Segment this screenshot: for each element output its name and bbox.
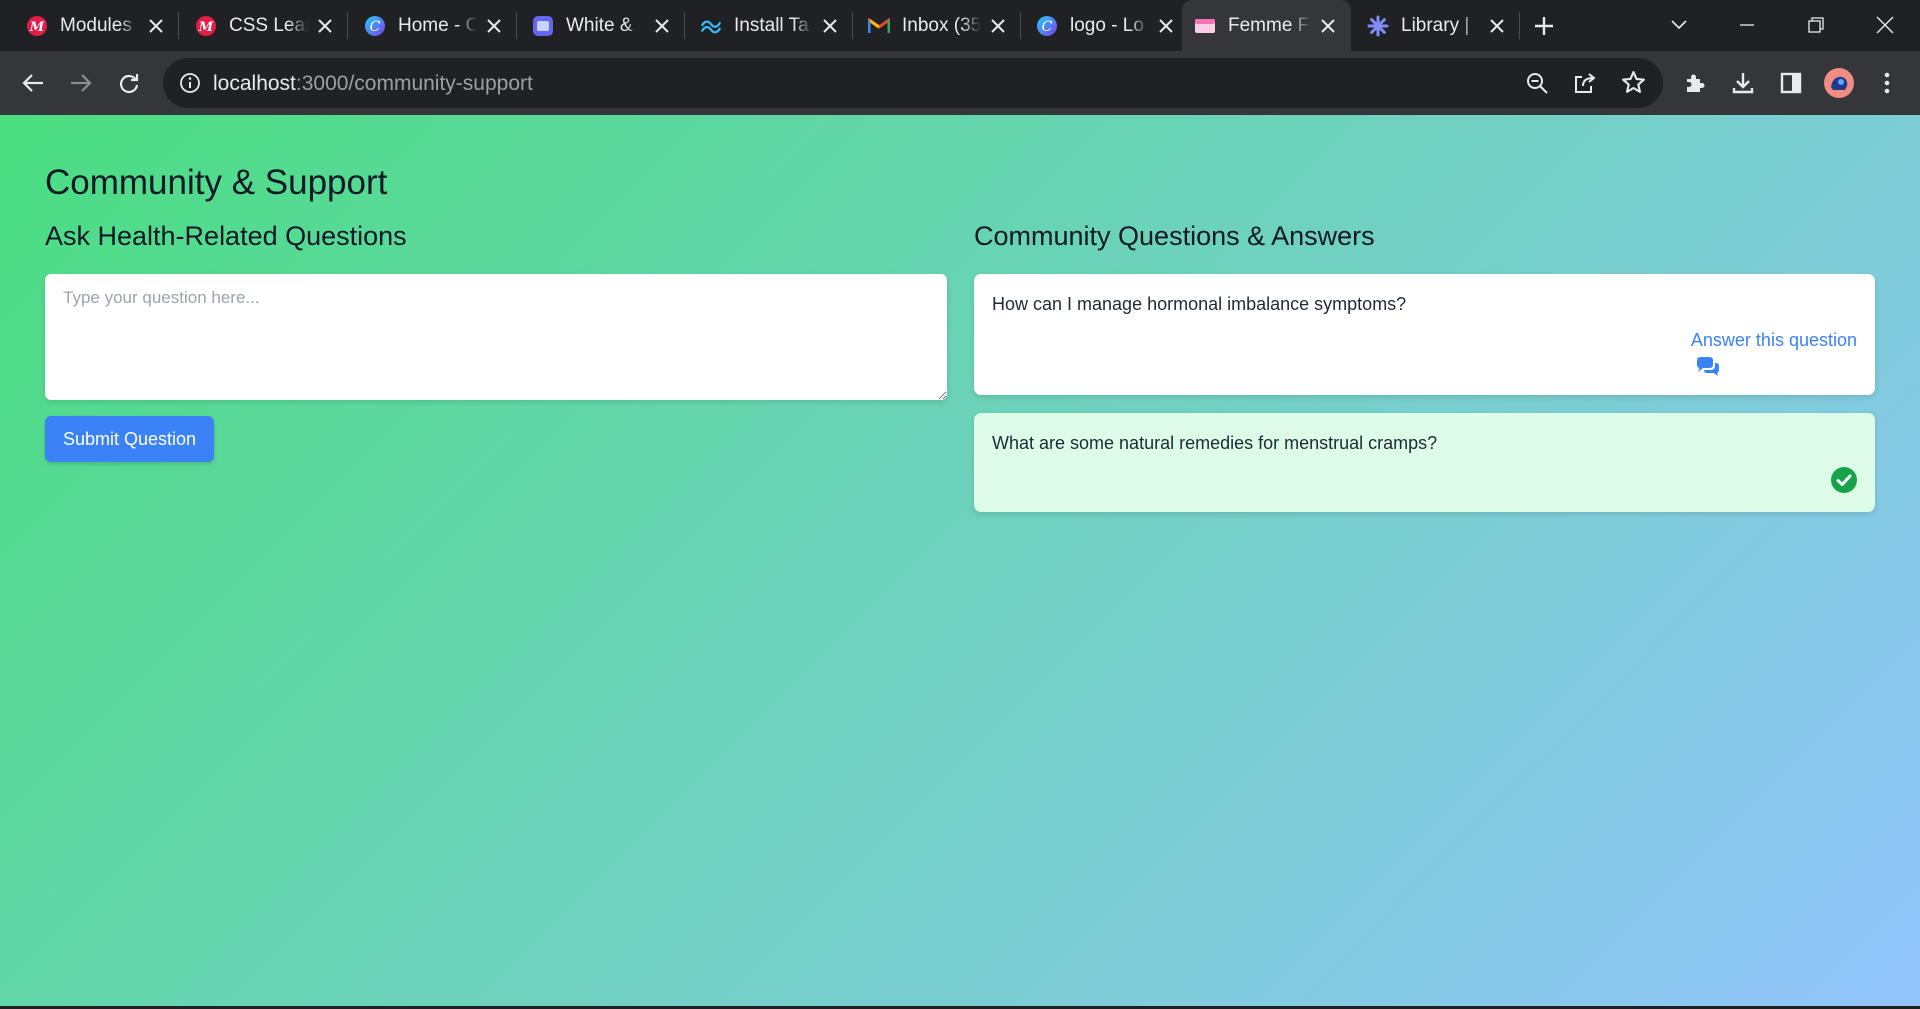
tab-title: Femme F	[1228, 14, 1310, 36]
svg-text:M: M	[198, 20, 214, 35]
submit-question-button[interactable]: Submit Question	[45, 416, 214, 462]
app-icon	[532, 15, 554, 37]
tab-title: Home - C	[398, 14, 477, 36]
profile-avatar[interactable]	[1822, 66, 1856, 100]
comments-icon[interactable]	[1695, 357, 1721, 377]
m-logo-icon: M	[26, 15, 48, 37]
question-card-answered: What are some natural remedies for menst…	[974, 413, 1875, 512]
tab-title: White &	[566, 14, 633, 36]
tab-title: logo - Lo	[1070, 14, 1144, 36]
tab-title: Inbox (35	[902, 14, 981, 36]
tab-css-learn[interactable]: M CSS Learn	[183, 0, 348, 51]
minimize-icon[interactable]	[1730, 8, 1764, 42]
library-icon	[1367, 15, 1389, 37]
page-title: Community & Support	[45, 163, 388, 202]
question-card: How can I manage hormonal imbalance symp…	[974, 274, 1875, 395]
question-input[interactable]	[45, 274, 947, 400]
close-icon[interactable]	[819, 15, 841, 37]
tab-title: Install Ta	[734, 14, 809, 36]
new-tab-plus-icon[interactable]	[1530, 12, 1558, 40]
canva-icon: C	[1036, 15, 1058, 37]
tab-inbox[interactable]: Inbox (35	[856, 0, 1021, 51]
tab-white[interactable]: White &	[520, 0, 685, 51]
svg-text:C: C	[370, 19, 381, 35]
browser-toolbar: localhost:3000/community-support	[0, 51, 1920, 115]
forward-arrow-icon[interactable]	[64, 66, 98, 100]
tab-femme-active[interactable]: Femme F	[1182, 0, 1351, 51]
close-window-icon[interactable]	[1868, 8, 1902, 42]
canva-icon: C	[364, 15, 386, 37]
tab-title: Library |	[1401, 14, 1470, 36]
tab-logo[interactable]: C logo - Lo	[1024, 0, 1189, 51]
tab-title: CSS Learn	[229, 14, 308, 36]
tab-install-tailwind[interactable]: Install Ta	[688, 0, 853, 51]
address-bar[interactable]: localhost:3000/community-support	[163, 58, 1663, 108]
m-logo-icon: M	[195, 15, 217, 37]
tab-title: Modules	[60, 14, 132, 36]
tab-strip: M Modules M CSS Learn C Home - C White &	[0, 0, 1920, 51]
more-menu-icon[interactable]	[1870, 66, 1904, 100]
gmail-icon	[868, 15, 890, 37]
restore-icon[interactable]	[1799, 8, 1833, 42]
close-icon[interactable]	[987, 15, 1009, 37]
ask-question-heading: Ask Health-Related Questions	[45, 221, 407, 251]
bookmark-star-icon[interactable]	[1621, 70, 1646, 100]
svg-text:M: M	[29, 20, 45, 35]
side-panel-icon[interactable]	[1774, 66, 1808, 100]
tab-modules[interactable]: M Modules	[14, 0, 179, 51]
site-info-icon[interactable]	[179, 72, 201, 99]
url-text[interactable]: localhost:3000/community-support	[213, 72, 533, 96]
download-icon[interactable]	[1726, 66, 1760, 100]
close-icon[interactable]	[651, 15, 673, 37]
reload-icon[interactable]	[112, 66, 146, 100]
close-icon[interactable]	[314, 15, 336, 37]
femme-icon	[1194, 15, 1216, 37]
close-icon[interactable]	[145, 15, 167, 37]
community-qa-heading: Community Questions & Answers	[974, 221, 1375, 251]
close-icon[interactable]	[1317, 15, 1339, 37]
tailwind-icon	[700, 15, 722, 37]
question-text: How can I manage hormonal imbalance symp…	[992, 294, 1407, 314]
tab-search-chevron-down-icon[interactable]	[1662, 8, 1696, 42]
back-arrow-icon[interactable]	[16, 66, 50, 100]
close-icon[interactable]	[1155, 15, 1177, 37]
close-icon[interactable]	[483, 15, 505, 37]
community-support-page: Community & Support Ask Health-Related Q…	[0, 115, 1920, 1009]
zoom-out-icon[interactable]	[1525, 71, 1549, 100]
answer-question-link[interactable]: Answer this question	[1691, 330, 1857, 351]
share-icon[interactable]	[1573, 71, 1597, 100]
tab-library[interactable]: Library |	[1355, 0, 1520, 51]
svg-text:C: C	[1042, 19, 1053, 35]
extensions-puzzle-icon[interactable]	[1678, 66, 1712, 100]
tab-home[interactable]: C Home - C	[352, 0, 517, 51]
close-icon[interactable]	[1486, 15, 1508, 37]
question-text: What are some natural remedies for menst…	[992, 433, 1438, 453]
check-circle-icon	[1831, 467, 1857, 493]
